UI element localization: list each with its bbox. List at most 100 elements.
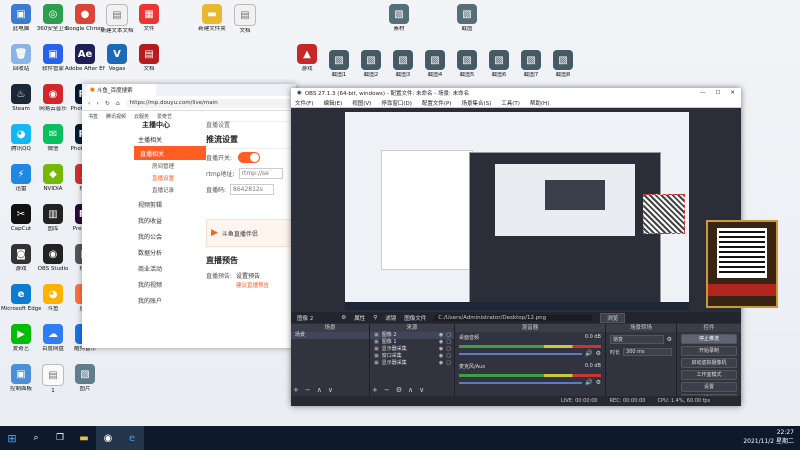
gear-icon[interactable]: ⚙: [341, 315, 346, 321]
forward-icon[interactable]: ›: [96, 100, 98, 107]
mixer-ch2-slider[interactable]: [459, 381, 583, 384]
task-view-icon[interactable]: ❐: [48, 426, 72, 450]
sidebar-item[interactable]: 我的收益: [82, 212, 206, 228]
obs-menu-item[interactable]: 场景集合(S): [461, 99, 491, 107]
up-icon[interactable]: ∧: [408, 386, 413, 394]
desktop-icon[interactable]: ▧ 截图8: [546, 50, 580, 78]
edge-taskbar-icon[interactable]: e: [120, 426, 144, 450]
source-item[interactable]: ▣ 显示器采集 ◉ ▢: [370, 346, 454, 353]
obs-menu-item[interactable]: 文件(F): [295, 99, 313, 107]
desktop-icon[interactable]: ▦ 文件: [132, 4, 166, 32]
desktop-icon[interactable]: ▧ 截图: [450, 4, 484, 32]
sidebar-item[interactable]: 直播相关: [134, 146, 206, 160]
sidebar-item[interactable]: 视频剪辑: [82, 196, 206, 212]
filter-icon[interactable]: ⚲: [373, 315, 377, 321]
image-path-field[interactable]: C:/Users/Administrator/Desktop/12.png: [434, 314, 593, 321]
close-icon[interactable]: ✕: [730, 90, 735, 96]
source-item[interactable]: ▣ 图像 2 ◉ ▢: [370, 332, 454, 339]
gear-icon[interactable]: ⚙: [596, 379, 601, 386]
browse-button[interactable]: 浏览: [600, 312, 626, 323]
sidebar-item[interactable]: 数据分析: [82, 244, 206, 260]
bookmark-item[interactable]: 书签: [88, 113, 98, 120]
obs-menu-item[interactable]: 停靠窗口(D): [381, 99, 412, 107]
obs-menu-item[interactable]: 帮助(H): [530, 99, 549, 107]
preview-link[interactable]: 建议直播预告: [206, 281, 296, 289]
lock-icon[interactable]: ▢: [446, 353, 451, 360]
down-icon[interactable]: ∨: [419, 386, 424, 394]
address-bar[interactable]: https://mp.douyu.com/live/main: [125, 98, 296, 108]
obs-menu-item[interactable]: 视图(V): [352, 99, 371, 107]
sidebar-subitem[interactable]: 直播设置: [82, 172, 206, 184]
lock-icon[interactable]: ▢: [446, 332, 451, 339]
duration-field[interactable]: 300 ms: [623, 348, 672, 356]
companion-banner[interactable]: 斗鱼直播伴侣: [222, 229, 258, 238]
up-icon[interactable]: ∧: [317, 386, 322, 394]
rtmp-field[interactable]: rtmp://se: [238, 167, 283, 179]
lock-icon[interactable]: ▢: [446, 360, 451, 367]
bookmark-item[interactable]: 云服务: [134, 113, 149, 120]
desktop-icon[interactable]: ▧ 素材: [382, 4, 416, 32]
desktop-icon[interactable]: ▬ 新建文件夹: [195, 4, 229, 32]
source-item[interactable]: ▣ 图像 1 ◉ ▢: [370, 339, 454, 346]
sidebar-subitem[interactable]: 房间管理: [82, 160, 206, 172]
obs-preview[interactable]: [345, 112, 689, 310]
properties-button[interactable]: 属性: [354, 314, 365, 322]
mixer-ch1-slider[interactable]: [459, 352, 583, 355]
remove-icon[interactable]: −: [305, 386, 311, 394]
obs-taskbar-icon[interactable]: ◉: [96, 426, 120, 450]
sidebar-item[interactable]: 主播相关: [82, 132, 206, 146]
control-button[interactable]: 停止推流: [681, 334, 737, 344]
home-icon[interactable]: ⌂: [116, 100, 120, 107]
sidebar-item[interactable]: 我的视频: [82, 276, 206, 292]
control-button[interactable]: 启动虚拟摄像机: [681, 358, 737, 368]
minimize-icon[interactable]: —: [700, 90, 706, 96]
sidebar-item[interactable]: 商业活动: [82, 260, 206, 276]
scene-item[interactable]: 场景: [291, 332, 369, 339]
add-icon[interactable]: +: [372, 386, 378, 394]
gear-icon[interactable]: ⚙: [396, 386, 402, 394]
add-icon[interactable]: +: [293, 386, 299, 394]
obs-menu-item[interactable]: 工具(T): [501, 99, 520, 107]
visibility-icon[interactable]: ◉: [439, 339, 443, 346]
obs-menu-item[interactable]: 配置文件(P): [422, 99, 452, 107]
back-icon[interactable]: ‹: [88, 100, 90, 107]
windows-start-icon[interactable]: ⊞: [0, 426, 24, 450]
lock-icon[interactable]: ▢: [446, 346, 451, 353]
remove-icon[interactable]: −: [384, 386, 390, 394]
control-button[interactable]: 开始录制: [681, 346, 737, 356]
visibility-icon[interactable]: ◉: [439, 353, 443, 360]
bookmark-item[interactable]: 爱奇艺: [157, 113, 172, 120]
control-button[interactable]: 设置: [681, 382, 737, 392]
refresh-icon[interactable]: ↻: [105, 100, 110, 107]
speaker-icon[interactable]: 🔊: [585, 350, 592, 357]
visibility-icon[interactable]: ◉: [439, 346, 443, 353]
file-explorer-icon[interactable]: ▬: [72, 426, 96, 450]
maximize-icon[interactable]: ☐: [715, 90, 720, 96]
gear-icon[interactable]: ⚙: [596, 350, 601, 357]
transition-select[interactable]: 渐变: [610, 335, 664, 344]
desktop-icon[interactable]: ▤ 文档: [132, 44, 166, 72]
browser-tab[interactable]: ● 斗鱼_百度搜索: [86, 84, 156, 96]
gear-icon[interactable]: ⚙: [667, 336, 672, 343]
desktop-icon[interactable]: ▲ 游戏: [290, 44, 324, 72]
speaker-icon[interactable]: 🔊: [585, 379, 592, 386]
down-icon[interactable]: ∨: [328, 386, 333, 394]
filters-button[interactable]: 滤镜: [385, 314, 396, 322]
control-button[interactable]: 工作室模式: [681, 370, 737, 380]
search-icon[interactable]: ⌕: [24, 426, 48, 450]
visibility-icon[interactable]: ◉: [439, 360, 443, 367]
stream-key-field[interactable]: 8642812s: [230, 183, 275, 195]
desktop-icon[interactable]: ▤ 文档: [228, 4, 262, 34]
lock-icon[interactable]: ▢: [446, 339, 451, 346]
source-item[interactable]: ▣ 窗口采集 ◉ ▢: [370, 353, 454, 360]
desktop-icon[interactable]: ▧ 图片: [68, 364, 102, 392]
source-item[interactable]: ▣ 显示器采集 ◉ ▢: [370, 360, 454, 367]
visibility-icon[interactable]: ◉: [439, 332, 443, 339]
live-switch-toggle[interactable]: [238, 151, 261, 163]
sidebar-subitem[interactable]: 直播记录: [82, 184, 206, 196]
obs-menu-item[interactable]: 编辑(E): [323, 99, 342, 107]
sidebar-item[interactable]: 我的公会: [82, 228, 206, 244]
bookmark-item[interactable]: 腾讯视频: [106, 113, 126, 120]
preview-value[interactable]: 设置预告: [236, 271, 260, 280]
sidebar-item[interactable]: 我的账户: [82, 292, 206, 308]
